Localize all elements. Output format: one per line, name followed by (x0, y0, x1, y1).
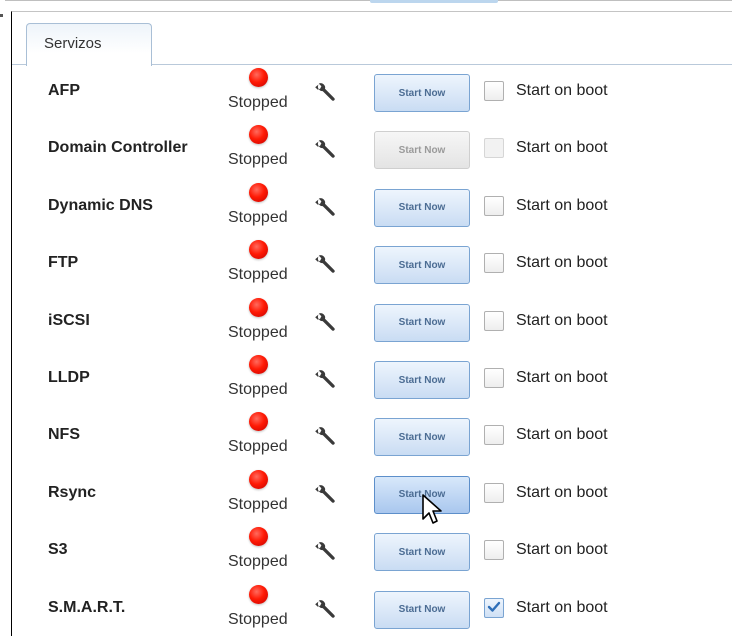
top-border (5, 0, 732, 1)
wrench-icon[interactable] (314, 254, 336, 276)
start-now-button[interactable]: Start Now (374, 533, 470, 572)
start-now-button[interactable]: Start Now (374, 131, 470, 170)
service-name: NFS (48, 426, 80, 444)
service-row: S3 Stopped Start Now Start on boot (12, 524, 732, 581)
corner-marker (0, 14, 3, 17)
service-name: Domain Controller (48, 139, 188, 157)
wrench-icon[interactable] (314, 312, 336, 334)
checkmark-icon (487, 600, 501, 614)
start-on-boot-label: Start on boot (516, 541, 608, 559)
start-on-boot-label: Start on boot (516, 139, 608, 157)
start-on-boot-label: Start on boot (516, 196, 608, 214)
wrench-icon[interactable] (314, 426, 336, 448)
top-highlight (370, 0, 498, 3)
stopped-led-icon (249, 584, 268, 604)
start-on-boot-checkbox[interactable] (484, 368, 504, 388)
start-on-boot-label: Start on boot (516, 369, 608, 386)
start-now-button[interactable]: Start Now (374, 590, 470, 629)
start-on-boot-checkbox[interactable] (484, 482, 504, 503)
status-text: Stopped (228, 610, 288, 628)
wrench-icon[interactable] (314, 82, 336, 104)
status-indicator: Stopped (225, 469, 305, 522)
stopped-led-icon (249, 412, 268, 432)
service-row: FTP Stopped Start Now Start on boot (12, 237, 732, 294)
service-row: Domain Controller Stopped Start Now Start o… (12, 122, 732, 179)
service-row: Dynamic DNS Stopped Start Now Start on boot (12, 180, 732, 237)
start-on-boot-checkbox[interactable] (484, 597, 504, 618)
status-indicator: Stopped (225, 240, 305, 292)
start-on-boot-checkbox[interactable] (484, 195, 504, 216)
start-now-button[interactable]: Start Now (374, 188, 470, 227)
start-on-boot-checkbox[interactable] (484, 540, 504, 561)
start-on-boot-label: Start on boot (516, 426, 608, 444)
start-now-button[interactable]: Start Now (374, 246, 470, 285)
status-indicator: Stopped (225, 182, 305, 235)
stopped-led-icon (249, 355, 268, 374)
wrench-icon[interactable] (314, 599, 336, 621)
status-text: Stopped (228, 323, 288, 341)
service-name: S.M.A.R.T. (48, 598, 126, 616)
tab-servizos[interactable]: Servizos (26, 23, 152, 66)
start-now-button[interactable]: Start Now (374, 74, 470, 112)
stopped-led-icon (249, 182, 268, 202)
start-on-boot-checkbox[interactable] (484, 425, 504, 446)
start-now-button[interactable]: Start Now (374, 361, 470, 399)
wrench-icon[interactable] (314, 369, 336, 391)
start-on-boot-label: Start on boot (516, 598, 608, 616)
status-text: Stopped (228, 495, 288, 513)
wrench-icon[interactable] (314, 197, 336, 219)
status-text: Stopped (228, 438, 288, 456)
status-indicator: Stopped (225, 527, 305, 579)
status-text: Stopped (228, 151, 288, 169)
service-name: Dynamic DNS (48, 196, 153, 214)
start-on-boot-checkbox[interactable] (484, 138, 504, 159)
stopped-led-icon (249, 68, 268, 87)
service-name: S3 (48, 541, 68, 559)
stopped-led-icon (249, 240, 268, 260)
service-row: iSCSI Stopped Start Now Start on boot (12, 295, 732, 352)
start-now-button[interactable]: Start Now (374, 418, 470, 457)
service-name: AFP (48, 82, 80, 99)
start-on-boot-checkbox[interactable] (484, 81, 504, 101)
service-name: Rsync (48, 483, 97, 501)
start-on-boot-label: Start on boot (516, 254, 608, 272)
start-on-boot-checkbox[interactable] (484, 253, 504, 274)
status-text: Stopped (228, 94, 288, 111)
stopped-led-icon (249, 125, 268, 145)
start-on-boot-label: Start on boot (516, 82, 608, 99)
tab-bar: Servizos (12, 12, 732, 66)
stopped-led-icon (249, 527, 268, 547)
status-indicator: Stopped (225, 297, 305, 350)
start-on-boot-checkbox[interactable] (484, 310, 504, 331)
start-now-button[interactable]: Start Now (374, 303, 470, 342)
wrench-icon[interactable] (314, 139, 336, 161)
service-name: LLDP (48, 369, 90, 386)
service-row: LLDP Stopped Start Now Start on boot (12, 352, 732, 409)
start-on-boot-label: Start on boot (516, 311, 608, 329)
status-indicator: Stopped (225, 68, 305, 120)
service-row: NFS Stopped Start Now Start on boot (12, 409, 732, 466)
status-indicator: Stopped (225, 355, 305, 407)
status-indicator: Stopped (225, 412, 305, 464)
status-text: Stopped (228, 381, 288, 398)
stopped-led-icon (249, 297, 268, 317)
service-name: iSCSI (48, 311, 90, 329)
status-indicator: Stopped (225, 584, 305, 637)
service-name: FTP (48, 254, 79, 272)
status-text: Stopped (228, 266, 288, 284)
wrench-icon[interactable] (314, 484, 336, 506)
wrench-icon[interactable] (314, 541, 336, 563)
start-on-boot-label: Start on boot (516, 483, 608, 501)
status-indicator: Stopped (225, 125, 305, 177)
service-row: AFP Stopped Start Now Start on boot (12, 65, 732, 122)
stopped-led-icon (249, 469, 268, 489)
start-now-button[interactable]: Start Now (374, 475, 470, 514)
service-row: Rsync Stopped Start Now Start on boot (12, 467, 732, 524)
status-text: Stopped (228, 208, 288, 226)
service-row: S.M.A.R.T. Stopped Start Now Start on boot (12, 582, 732, 639)
services-panel: Servizos AFP Stopped Start Now Start on boo… (11, 11, 732, 636)
status-text: Stopped (228, 553, 288, 571)
